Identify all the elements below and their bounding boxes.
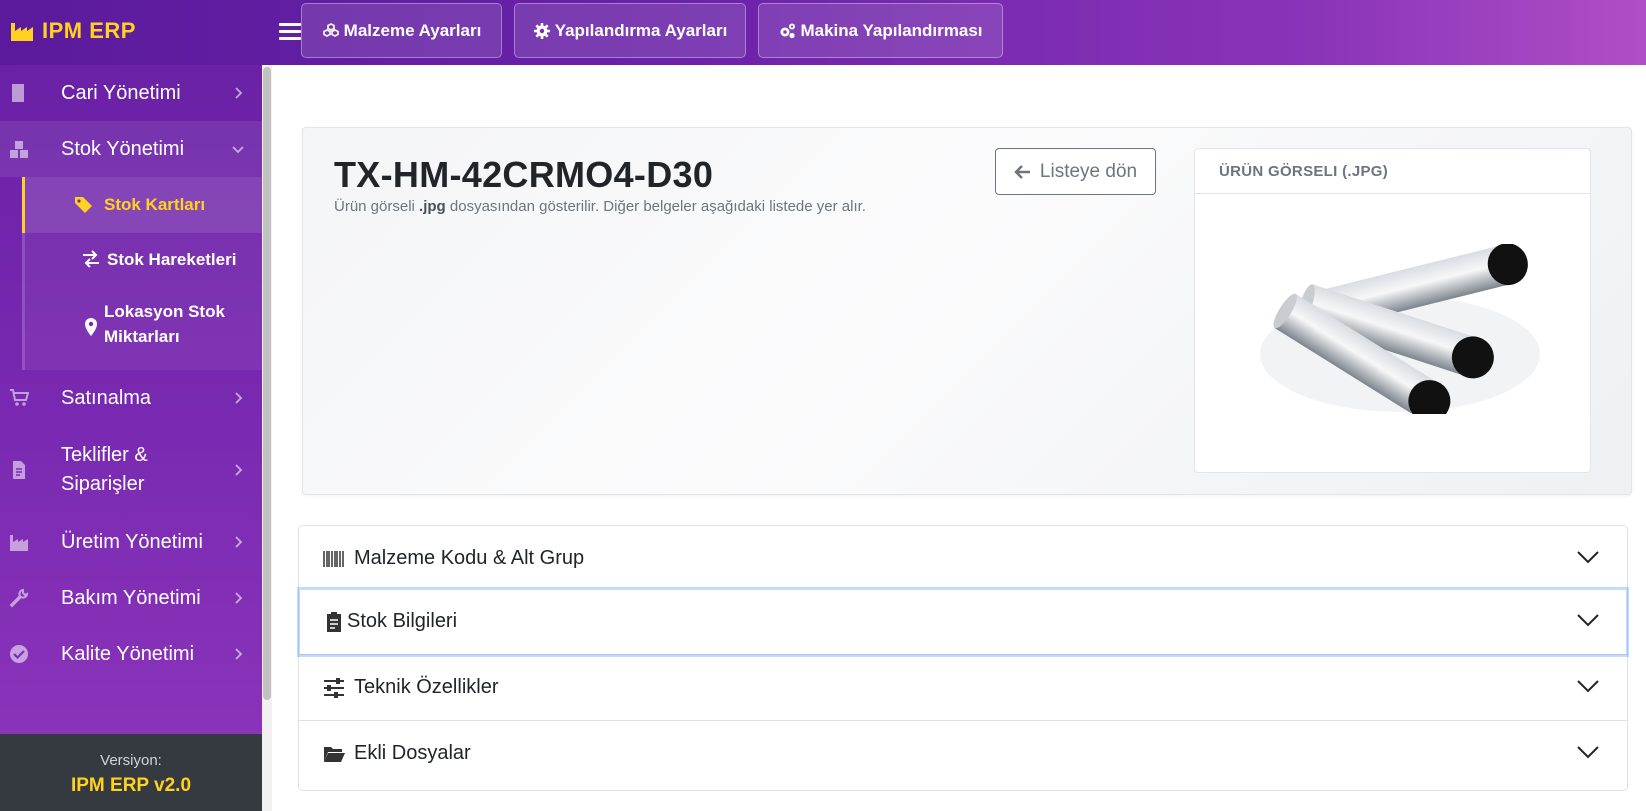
product-image-header: ÜRÜN GÖRSELI (.JPG): [1195, 149, 1590, 194]
accordion-malzeme-kodu[interactable]: Malzeme Kodu & Alt Grup: [299, 526, 1627, 592]
sidebar-item-label: Üretim Yönetimi: [61, 531, 203, 553]
version-label: Versiyon:: [100, 752, 162, 769]
accordion-label: Teknik Özellikler: [354, 676, 499, 698]
chevron-right-icon: [235, 392, 243, 404]
product-image[interactable]: [1250, 244, 1540, 414]
menu-toggle-icon[interactable]: [279, 20, 301, 42]
product-code-title: TX-HM-42CRMO4-D30: [334, 154, 714, 195]
main-content: TX-HM-42CRMO4-D30 Ürün görseli .jpg dosy…: [272, 65, 1646, 811]
accordion-label: Ekli Dosyalar: [354, 742, 471, 764]
cubes-icon: [322, 22, 339, 37]
boxes-icon: [10, 141, 28, 158]
top-navbar: IPM ERP Malzeme Ayarları Yapılandırma Ay…: [0, 0, 1646, 65]
cart-icon: [10, 389, 29, 406]
sidebar-item-label: Cari Yönetimi: [61, 82, 181, 104]
sidebar-item-cari-yonetimi[interactable]: Cari Yönetimi: [0, 65, 262, 121]
button-label: Malzeme Ayarları: [343, 20, 482, 40]
check-circle-icon: [10, 645, 28, 663]
submenu-label-line2: Miktarları: [104, 327, 180, 346]
version-value: IPM ERP v2.0: [70, 775, 192, 796]
accordion-label: Stok Bilgileri: [347, 610, 458, 632]
sidebar-item-label: Kalite Yönetimi: [61, 643, 195, 665]
gears-icon: [780, 23, 796, 38]
product-description: Ürün görseli .jpg dosyasından gösterilir…: [334, 198, 866, 215]
button-label: Yapılandırma Ayarları: [554, 20, 728, 40]
chevron-down-icon: [1577, 746, 1599, 759]
map-pin-icon: [85, 318, 97, 336]
sidebar-item-label: Teklifler &: [61, 444, 148, 466]
sidebar-item-kalite-yonetimi[interactable]: Kalite Yönetimi: [0, 626, 262, 682]
brand-logo[interactable]: IPM ERP: [10, 16, 136, 46]
invoice-icon: [13, 461, 25, 479]
accordion-teknik-ozellikler[interactable]: Teknik Özellikler: [299, 655, 1627, 721]
barcode-icon: [323, 551, 344, 567]
gear-icon: [533, 22, 550, 39]
chevron-down-icon: [232, 146, 244, 154]
chevron-down-icon: [1577, 680, 1599, 693]
back-button-label: Listeye dön: [1039, 160, 1138, 182]
brand-name: IPM ERP: [42, 18, 136, 43]
tools-icon: [9, 588, 29, 608]
makina-yapilandirmasi-button[interactable]: Makina Yapılandırması: [758, 3, 1003, 58]
chevron-down-icon: [1577, 614, 1599, 627]
chevron-right-icon: [235, 87, 243, 99]
submenu-label: Stok Hareketleri: [107, 250, 237, 269]
scrollbar-thumb[interactable]: [263, 67, 271, 700]
clipboard-icon: [327, 612, 341, 632]
sidebar: Cari Yönetimi Stok Yönetimi Stok Kartlar…: [0, 65, 272, 811]
product-header-card: TX-HM-42CRMO4-D30 Ürün görseli .jpg dosy…: [302, 127, 1632, 495]
version-footer: Versiyon: IPM ERP v2.0: [0, 734, 262, 811]
sidebar-scrollbar[interactable]: [262, 65, 272, 811]
sliders-icon: [324, 678, 344, 698]
back-to-list-button[interactable]: Listeye dön: [995, 148, 1156, 195]
exchange-icon: [83, 250, 99, 268]
yapilandirma-ayarlari-button[interactable]: Yapılandırma Ayarları: [514, 3, 746, 58]
sidebar-item-bakim-yonetimi[interactable]: Bakım Yönetimi: [0, 570, 262, 626]
chevron-right-icon: [235, 592, 243, 604]
sidebar-item-label: Stok Yönetimi: [61, 138, 185, 160]
product-details-accordion: Malzeme Kodu & Alt Grup Stok Bilgileri T…: [297, 525, 1629, 791]
sidebar-item-label: Satınalma: [61, 387, 152, 409]
sidebar-item-label: Bakım Yönetimi: [61, 587, 201, 609]
accordion-stok-bilgileri[interactable]: Stok Bilgileri: [297, 587, 1629, 657]
folder-open-icon: [324, 747, 345, 762]
building-icon: [12, 84, 24, 102]
sidebar-item-uretim-yonetimi[interactable]: Üretim Yönetimi: [0, 514, 262, 570]
submenu-label: Stok Kartları: [104, 195, 206, 214]
sidebar-item-label-line2: Siparişler: [61, 473, 145, 495]
stok-submenu: Stok Kartları Stok Hareketleri Lokasyon …: [22, 177, 262, 370]
industry-icon: [10, 535, 28, 551]
submenu-item-stok-hareketleri[interactable]: Stok Hareketleri: [25, 233, 265, 289]
chevron-right-icon: [235, 464, 243, 476]
submenu-item-stok-kartlari[interactable]: Stok Kartları: [22, 177, 262, 233]
sidebar-item-satinalma[interactable]: Satınalma: [0, 370, 262, 426]
sidebar-item-stok-yonetimi[interactable]: Stok Yönetimi: [0, 121, 262, 177]
submenu-label: Lokasyon Stok: [104, 302, 225, 321]
product-image-card: ÜRÜN GÖRSELI (.JPG): [1194, 148, 1591, 473]
chevron-right-icon: [235, 648, 243, 660]
accordion-label: Malzeme Kodu & Alt Grup: [354, 547, 585, 569]
malzeme-ayarlari-button[interactable]: Malzeme Ayarları: [301, 3, 502, 58]
submenu-item-lokasyon-stok-miktarlari[interactable]: Lokasyon Stok Miktarları: [25, 289, 265, 370]
arrow-left-icon: [1014, 164, 1030, 179]
sidebar-item-teklifler-siparisler[interactable]: Teklifler & Siparişler: [0, 426, 262, 514]
tags-icon: [75, 197, 92, 213]
accordion-ekli-dosyalar[interactable]: Ekli Dosyalar: [299, 721, 1627, 791]
chevron-right-icon: [235, 536, 243, 548]
chevron-down-icon: [1577, 551, 1599, 564]
industry-icon: [11, 23, 33, 41]
button-label: Makina Yapılandırması: [800, 20, 983, 40]
